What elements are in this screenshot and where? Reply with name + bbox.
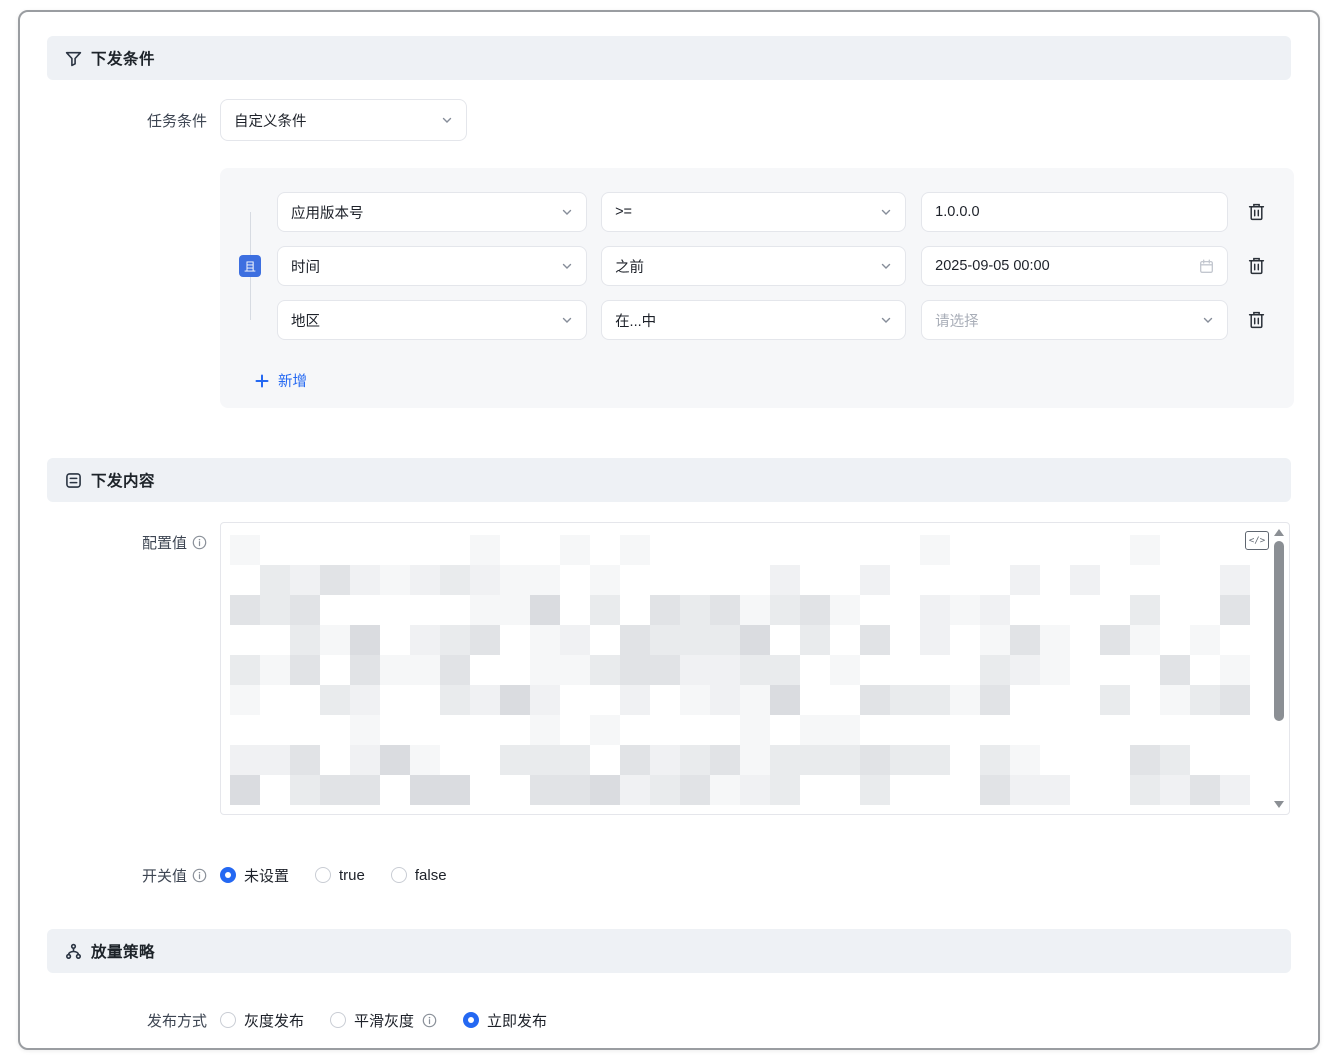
- scroll-up-arrow-icon[interactable]: [1274, 529, 1284, 536]
- condition-field-select[interactable]: 地区: [277, 300, 587, 340]
- config-value-label: 配置值: [142, 532, 187, 553]
- condition-operator-select[interactable]: >=: [601, 192, 906, 232]
- radio-unselected-icon[interactable]: [391, 867, 407, 883]
- radio-option-smooth-gray[interactable]: 平滑灰度: [330, 1010, 437, 1031]
- section-title: 下发条件: [91, 47, 155, 69]
- condition-field-select[interactable]: 时间: [277, 246, 587, 286]
- config-value-editor[interactable]: </>: [220, 522, 1290, 815]
- switch-value-label: 开关值: [142, 865, 187, 886]
- editor-scrollbar[interactable]: [1272, 527, 1286, 810]
- delete-row-button[interactable]: [1244, 200, 1268, 224]
- switch-value-radio-group: 未设置 true false: [220, 861, 1291, 889]
- section-header-content: 下发内容: [47, 458, 1291, 502]
- chevron-down-icon: [441, 114, 453, 126]
- scrollbar-thumb[interactable]: [1274, 541, 1284, 721]
- release-method-label: 发布方式: [147, 1010, 207, 1031]
- section-title: 放量策略: [91, 940, 155, 962]
- condition-datetime-input[interactable]: 2025-09-05 00:00: [921, 246, 1228, 286]
- radio-selected-icon[interactable]: [220, 867, 236, 883]
- radio-unselected-icon[interactable]: [220, 1012, 236, 1028]
- radio-option-false[interactable]: false: [391, 867, 447, 884]
- condition-field-select[interactable]: 应用版本号: [277, 192, 587, 232]
- chevron-down-icon: [880, 260, 892, 272]
- delete-row-button[interactable]: [1244, 254, 1268, 278]
- task-condition-label: 任务条件: [47, 110, 207, 131]
- document-icon: [65, 472, 82, 489]
- delete-row-button[interactable]: [1244, 308, 1268, 332]
- info-icon: [422, 1013, 437, 1028]
- plus-icon: [255, 374, 269, 388]
- section-header-conditions: 下发条件: [47, 36, 1291, 80]
- condition-group-panel: 且 应用版本号 >= 1.0.0.0 时间: [220, 168, 1294, 408]
- radio-selected-icon[interactable]: [463, 1012, 479, 1028]
- radio-option-unset[interactable]: 未设置: [220, 865, 289, 886]
- chevron-down-icon: [561, 206, 573, 218]
- section-header-strategy: 放量策略: [47, 929, 1291, 973]
- condition-value-select[interactable]: 请选择: [921, 300, 1228, 340]
- info-icon: [192, 868, 207, 883]
- release-method-radio-group: 灰度发布 平滑灰度 立即发布: [220, 1006, 1291, 1034]
- condition-operator-select[interactable]: 在...中: [601, 300, 906, 340]
- condition-row: 地区 在...中 请选择: [277, 300, 1268, 340]
- filter-funnel-icon: [65, 50, 82, 67]
- scroll-down-arrow-icon[interactable]: [1274, 801, 1284, 808]
- radio-unselected-icon[interactable]: [330, 1012, 346, 1028]
- config-value-mosaic: [230, 535, 1250, 805]
- add-condition-button[interactable]: 新增: [255, 370, 307, 391]
- code-editor-toggle-icon[interactable]: </>: [1245, 531, 1269, 550]
- condition-row: 时间 之前 2025-09-05 00:00: [277, 246, 1268, 286]
- chevron-down-icon: [561, 260, 573, 272]
- condition-row: 应用版本号 >= 1.0.0.0: [277, 192, 1268, 232]
- task-condition-select[interactable]: 自定义条件: [220, 99, 467, 141]
- radio-option-gray-release[interactable]: 灰度发布: [220, 1010, 304, 1031]
- condition-value-input[interactable]: 1.0.0.0: [921, 192, 1228, 232]
- condition-operator-select[interactable]: 之前: [601, 246, 906, 286]
- radio-option-immediate-release[interactable]: 立即发布: [463, 1010, 547, 1031]
- radio-option-true[interactable]: true: [315, 867, 365, 884]
- calendar-icon: [1199, 259, 1214, 274]
- radio-unselected-icon[interactable]: [315, 867, 331, 883]
- sitemap-icon: [65, 943, 82, 960]
- info-icon: [192, 535, 207, 550]
- section-title: 下发内容: [91, 469, 155, 491]
- chevron-down-icon: [880, 314, 892, 326]
- task-condition-value: 自定义条件: [234, 110, 307, 131]
- and-operator-badge: 且: [239, 255, 261, 277]
- settings-card: 下发条件 任务条件 自定义条件 且 应用版本号 >=: [18, 10, 1320, 1050]
- chevron-down-icon: [561, 314, 573, 326]
- chevron-down-icon: [880, 206, 892, 218]
- chevron-down-icon: [1202, 314, 1214, 326]
